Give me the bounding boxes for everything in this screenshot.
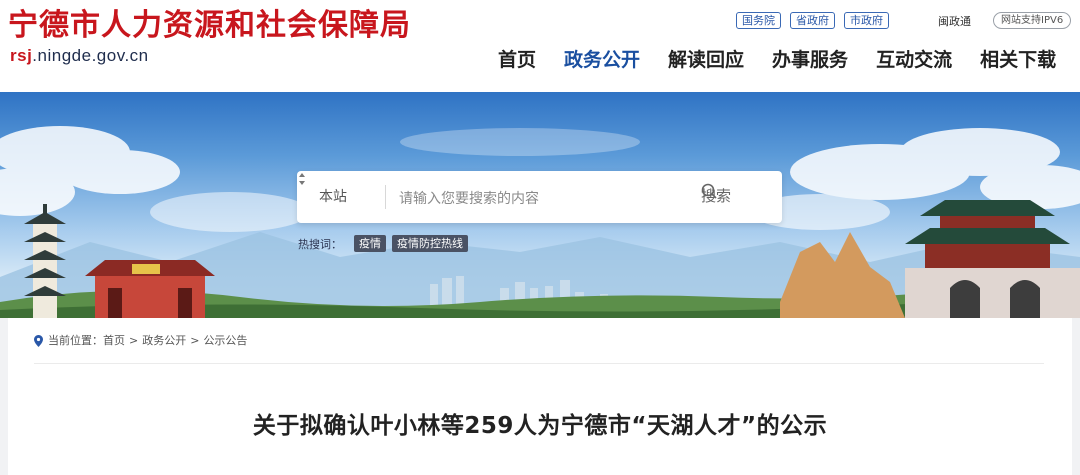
- nav-interaction[interactable]: 互动交流: [862, 46, 966, 74]
- site-domain: rsj.ningde.gov.cn: [10, 46, 149, 66]
- breadcrumb-separator: >: [129, 334, 139, 347]
- article-title: 关于拟确认叶小林等259人为宁德市“天湖人才”的公示: [252, 413, 828, 439]
- breadcrumb-gov-affairs[interactable]: 政务公开: [142, 318, 186, 363]
- breadcrumb-home[interactable]: 首页: [103, 318, 125, 363]
- domain-prefix: rsj: [10, 46, 33, 65]
- select-arrows-icon: [299, 173, 305, 185]
- nav-home[interactable]: 首页: [484, 46, 550, 74]
- ipv6-badge: 网站支持IPV6: [993, 12, 1072, 29]
- search-box: 本站 搜索: [297, 171, 782, 223]
- gov-links: 国务院 省政府 市政府: [736, 12, 889, 29]
- content-card: 当前位置： 首页 > 政务公开 > 公示公告 关于拟确认叶小林等259人为宁德市…: [8, 318, 1072, 475]
- breadcrumb: 当前位置： 首页 > 政务公开 > 公示公告: [34, 318, 1044, 364]
- nav-gov-affairs[interactable]: 政务公开: [550, 46, 654, 74]
- gov-link-province[interactable]: 省政府: [790, 12, 835, 29]
- search-icon: [701, 183, 717, 199]
- gov-link-city[interactable]: 市政府: [844, 12, 889, 29]
- nav-downloads[interactable]: 相关下载: [966, 46, 1070, 74]
- nav-services[interactable]: 办事服务: [758, 46, 862, 74]
- domain-suffix: .ningde.gov.cn: [32, 46, 149, 65]
- breadcrumb-announcements[interactable]: 公示公告: [203, 318, 247, 363]
- breadcrumb-separator: >: [190, 334, 200, 347]
- site-header: 宁德市人力资源和社会保障局 rsj.ningde.gov.cn 国务院 省政府 …: [0, 0, 1080, 92]
- hot-tag[interactable]: 疫情: [354, 235, 386, 252]
- search-button[interactable]: 搜索: [701, 183, 731, 211]
- gov-link-state-council[interactable]: 国务院: [736, 12, 781, 29]
- breadcrumb-label: 当前位置：: [48, 334, 103, 347]
- search-input[interactable]: [397, 183, 691, 213]
- search-scope-select[interactable]: 本站: [319, 171, 347, 223]
- hot-search-words: 热搜词： 疫情 疫情防控热线: [298, 235, 468, 252]
- main-nav: 首页 政务公开 解读回应 办事服务 互动交流 相关下载: [484, 46, 1070, 74]
- nav-interpretation[interactable]: 解读回应: [654, 46, 758, 74]
- location-pin-icon: [34, 334, 43, 347]
- hot-tag[interactable]: 疫情防控热线: [392, 235, 468, 252]
- search-divider: [385, 185, 386, 209]
- gate-illustration: [85, 260, 215, 318]
- hero-banner: 本站 搜索 热搜词： 疫情 疫情防控热线: [0, 92, 1080, 318]
- hot-search-label: 热搜词：: [298, 237, 342, 251]
- site-title[interactable]: 宁德市人力资源和社会保障局: [8, 8, 411, 44]
- minzhengtong-link[interactable]: 闽政通: [938, 13, 971, 29]
